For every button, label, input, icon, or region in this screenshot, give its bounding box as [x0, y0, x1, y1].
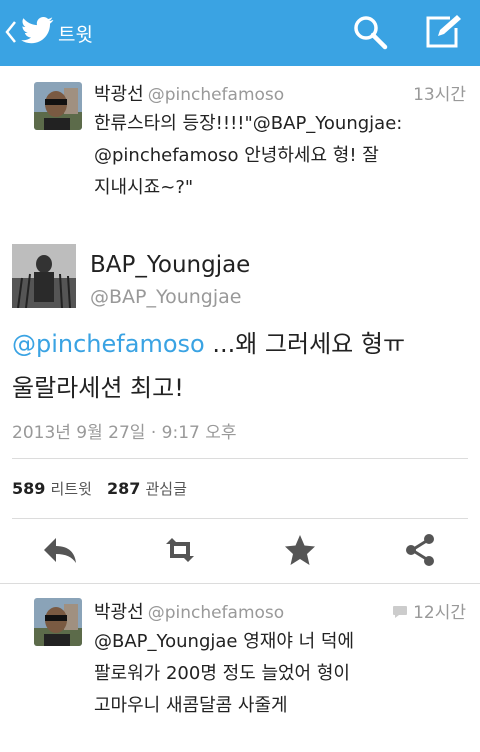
author-handle[interactable]: @pinchefamoso	[148, 85, 285, 105]
mention-link[interactable]: @pinchefamoso	[12, 330, 205, 358]
tweet-text-line: @pinchefamoso 안녕하세요 형! 잘	[94, 145, 379, 166]
favorite-star-icon[interactable]	[280, 530, 320, 570]
tweet-date: 2013년 9월 27일 · 9:17 오후	[12, 423, 237, 443]
retweets-count[interactable]: 589	[12, 479, 45, 498]
tweet-text-line: @pinchefamoso ...왜 그러세요 형ㅠ	[12, 322, 462, 366]
tweet-time-text: 12시간	[413, 603, 466, 623]
divider	[12, 518, 468, 519]
tweet-text-line: 고마우니 새콤달콤 사줄게	[94, 695, 288, 716]
tweet-item[interactable]: 박광선 @pinchefamoso 12시간 @BAP_Youngjae 영재야 …	[28, 598, 480, 748]
retweet-icon[interactable]	[160, 530, 200, 570]
tweet-text-line: 지내시죠~?"	[94, 177, 194, 198]
back-chevron-icon[interactable]	[4, 19, 18, 45]
author-name[interactable]: 박광선	[94, 84, 144, 105]
tweet-text-line: 팔로워가 200명 정도 늘었어 형이	[94, 663, 350, 684]
divider	[12, 458, 468, 459]
tweet-stats: 589 리트윗 287 관심글	[12, 478, 197, 499]
author-line: 박광선 @pinchefamoso	[94, 598, 284, 624]
share-icon[interactable]	[400, 530, 440, 570]
tweet-text-line: @BAP_Youngjae 영재야 너 덕에	[94, 631, 355, 652]
author-name[interactable]: BAP_Youngjae	[90, 252, 250, 278]
favorites-count[interactable]: 287	[107, 479, 140, 498]
retweets-label[interactable]: 리트윗	[51, 480, 92, 498]
author-handle[interactable]: @pinchefamoso	[148, 603, 285, 623]
reply-icon[interactable]	[40, 530, 80, 570]
avatar[interactable]	[12, 244, 76, 308]
top-bar: 트윗	[0, 0, 480, 66]
tweet-text: @BAP_Youngjae 영재야 너 덕에 팔로워가 200명 정도 늘었어 …	[94, 626, 474, 722]
search-icon[interactable]	[352, 14, 388, 50]
screen-title: 트윗	[58, 24, 93, 46]
reply-bubble-icon	[392, 606, 407, 618]
author-line: 박광선 @pinchefamoso	[94, 80, 284, 106]
favorites-label[interactable]: 관심글	[146, 480, 187, 498]
tweet-time: 13시간	[413, 85, 466, 105]
tweet-time: 12시간	[392, 598, 466, 623]
tweet-item[interactable]: 박광선 @pinchefamoso 13시간 한류스타의 등장!!!!"@BAP_…	[28, 80, 480, 230]
tweet-text-line: 울랄라세션 최고!	[12, 374, 184, 402]
tweet-text: @pinchefamoso ...왜 그러세요 형ㅠ 울랄라세션 최고!	[12, 322, 462, 410]
tweet-text-rest: ...왜 그러세요 형ㅠ	[204, 330, 406, 358]
tweet-text: 한류스타의 등장!!!!"@BAP_Youngjae: @pinchefamos…	[94, 108, 474, 204]
avatar[interactable]	[34, 598, 82, 646]
tweet-text-line: 한류스타의 등장!!!!"@BAP_Youngjae:	[94, 113, 403, 134]
author-handle[interactable]: @BAP_Youngjae	[90, 286, 241, 308]
twitter-bird-icon[interactable]	[20, 16, 54, 46]
avatar[interactable]	[34, 82, 82, 130]
author-name[interactable]: 박광선	[94, 602, 144, 623]
main-tweet: BAP_Youngjae @BAP_Youngjae @pinchefamoso…	[0, 232, 480, 584]
compose-icon[interactable]	[424, 12, 464, 50]
divider	[0, 583, 480, 584]
